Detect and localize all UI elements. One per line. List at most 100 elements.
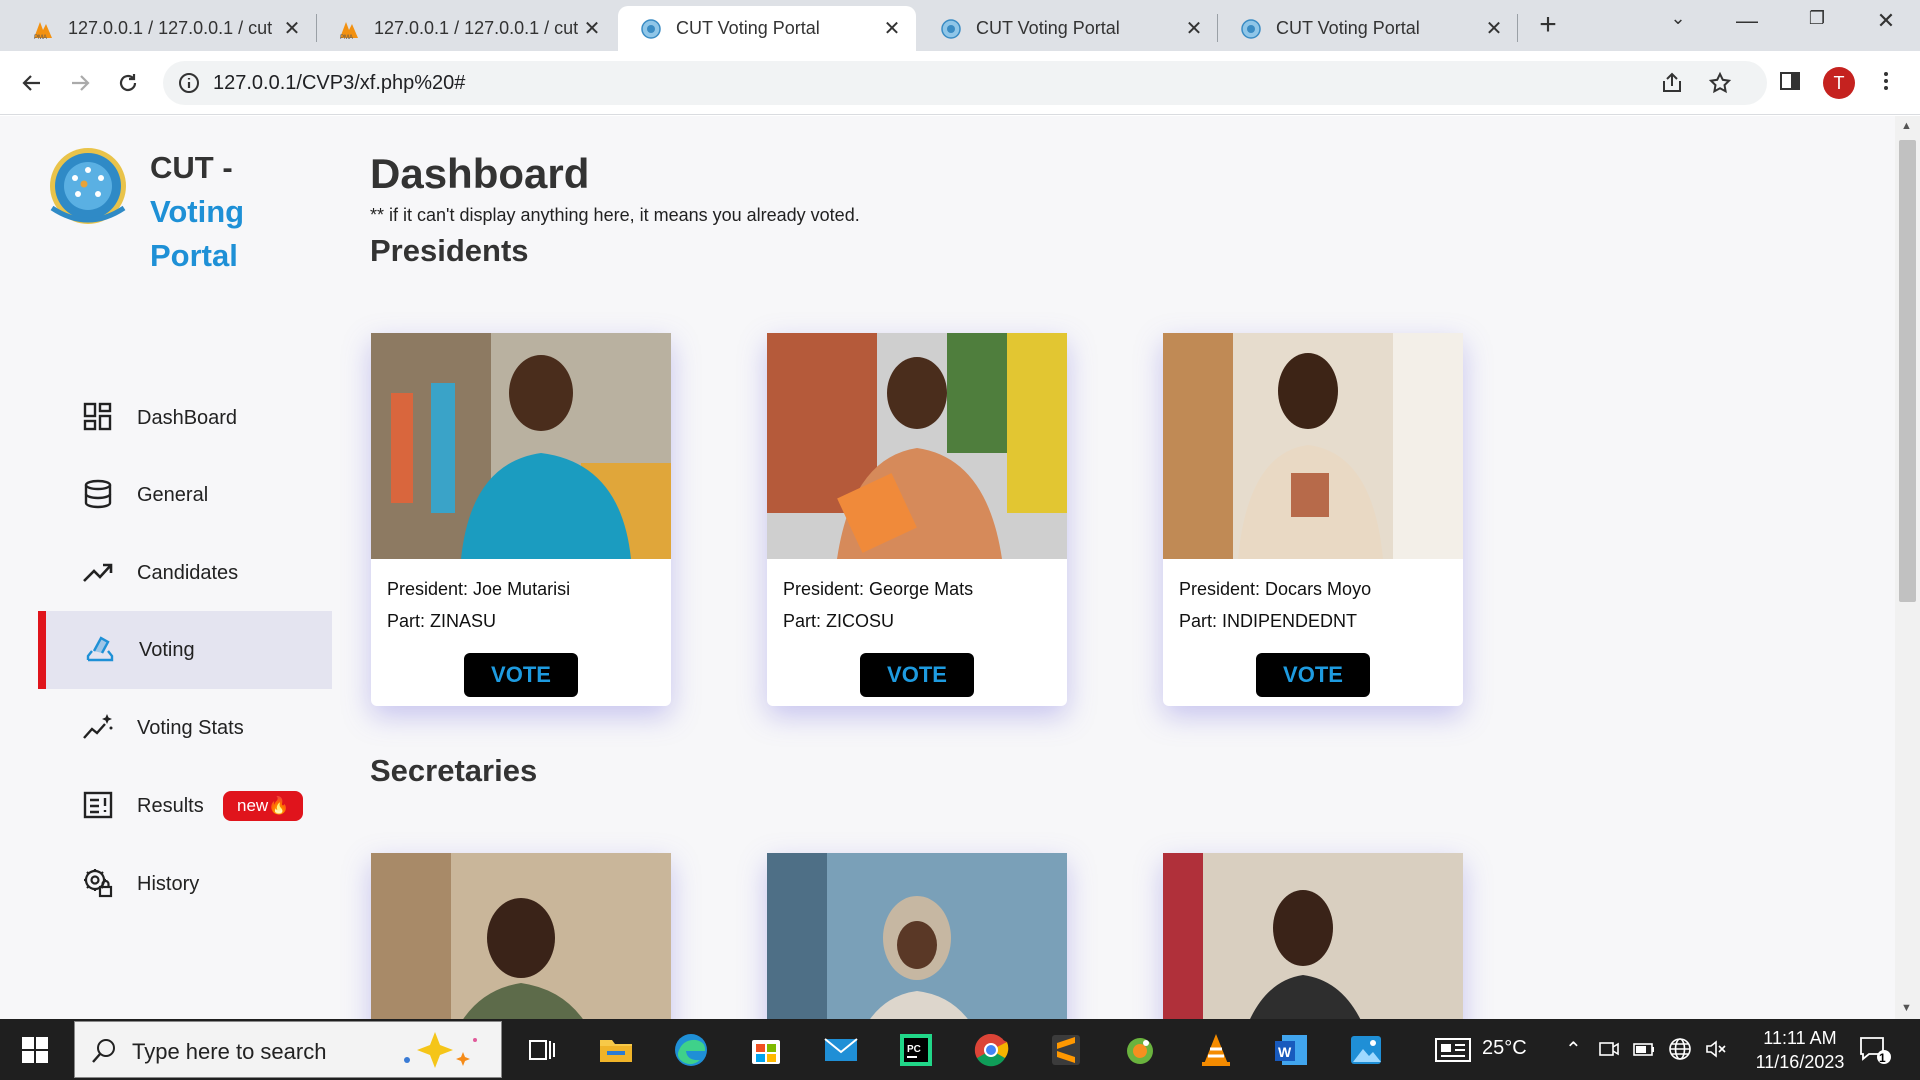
section-title-secretaries: Secretaries	[370, 753, 538, 788]
arrow-left-icon	[22, 75, 40, 91]
minimize-button[interactable]: —	[1727, 8, 1767, 42]
results-icon	[83, 791, 113, 819]
svg-text:PC: PC	[907, 1044, 921, 1055]
reload-button[interactable]	[110, 65, 146, 101]
news-widget-icon[interactable]	[1434, 1037, 1472, 1063]
globe-icon	[941, 18, 961, 39]
tab-search-icon[interactable]: ⌄	[1658, 8, 1698, 42]
edge-icon[interactable]	[672, 1031, 710, 1069]
meet-now-icon[interactable]	[1598, 1038, 1620, 1060]
sublime-text-icon[interactable]	[1047, 1031, 1085, 1069]
clock-time: 11:11 AM	[1763, 1028, 1837, 1048]
network-globe-icon[interactable]	[1668, 1037, 1692, 1061]
photos-icon[interactable]	[1347, 1031, 1385, 1069]
chameleon-app-icon[interactable]	[1122, 1031, 1160, 1069]
address-bar[interactable]: 127.0.0.1/CVP3/xf.php%20#	[163, 61, 1767, 105]
profile-avatar[interactable]: T	[1823, 67, 1855, 99]
browser-tab[interactable]: CUT Voting Portal ✕	[1218, 6, 1518, 51]
browser-tab[interactable]: PMA 127.0.0.1 / 127.0.0.1 / cut ✕	[316, 6, 616, 51]
globe-icon	[641, 18, 661, 39]
new-badge: new🔥	[223, 791, 304, 821]
url-text[interactable]: 127.0.0.1/CVP3/xf.php%20#	[213, 72, 465, 95]
restore-button[interactable]: ❐	[1797, 8, 1837, 42]
chrome-icon[interactable]	[972, 1031, 1010, 1069]
browser-tab-active[interactable]: CUT Voting Portal ✕	[618, 6, 916, 51]
candidate-photo	[1163, 853, 1463, 1019]
vote-button[interactable]: VOTE	[464, 653, 578, 697]
browser-tab-title: 127.0.0.1 / 127.0.0.1 / cut	[68, 18, 273, 38]
vote-button[interactable]: VOTE	[1256, 653, 1370, 697]
sidebar-item-voting-stats[interactable]: Voting Stats	[38, 689, 332, 767]
candidate-photo	[767, 333, 1067, 559]
candidate-card	[371, 853, 671, 1019]
close-tab-icon[interactable]: ✕	[882, 16, 902, 41]
share-icon[interactable]	[1660, 71, 1684, 95]
sidebar-item-results[interactable]: Results new🔥	[38, 767, 332, 845]
taskbar-clock[interactable]: 11:11 AM 11/16/2023	[1740, 1026, 1860, 1074]
microsoft-store-icon[interactable]	[747, 1031, 785, 1069]
start-button[interactable]	[0, 1019, 70, 1080]
sidebar-item-dashboard[interactable]: DashBoard	[38, 379, 332, 457]
scroll-up-arrow[interactable]: ▲	[1901, 120, 1912, 132]
task-view-icon[interactable]	[522, 1031, 560, 1069]
word-icon[interactable]: W	[1272, 1031, 1310, 1069]
candidate-card: President: Docars Moyo Part: INDIPENDEDN…	[1163, 333, 1463, 706]
page-scrollbar[interactable]: ▲ ▼	[1895, 116, 1920, 1019]
bookmark-star-icon[interactable]	[1708, 71, 1732, 95]
notification-icon[interactable]	[1858, 1035, 1892, 1065]
show-hidden-icons-icon[interactable]: ⌃	[1565, 1037, 1582, 1062]
portal-brand: CUT - Voting Portal	[150, 146, 244, 278]
weather-text[interactable]: 25°C	[1482, 1037, 1527, 1060]
volume-muted-icon[interactable]	[1704, 1037, 1728, 1061]
browser-tab[interactable]: PMA 127.0.0.1 / 127.0.0.1 / cut ✕	[10, 6, 316, 51]
sidebar-item-general[interactable]: General	[38, 456, 332, 534]
browser-menu-button[interactable]	[1868, 63, 1904, 99]
back-button[interactable]	[14, 65, 50, 101]
scrollbar-thumb[interactable]	[1899, 140, 1916, 602]
candidate-card: President: Joe Mutarisi Part: ZINASU VOT…	[371, 333, 671, 706]
sidebar-item-candidates[interactable]: Candidates	[38, 534, 332, 612]
browser-toolbar: 127.0.0.1/CVP3/xf.php%20# T	[0, 51, 1920, 115]
page-title: Dashboard	[370, 150, 590, 197]
reload-icon	[119, 74, 137, 92]
close-tab-icon[interactable]: ✕	[282, 16, 302, 41]
clock-date: 11/16/2023	[1755, 1052, 1845, 1072]
vote-button[interactable]: VOTE	[860, 653, 974, 697]
windows-logo-icon	[22, 1036, 48, 1063]
tab-separator	[1517, 14, 1518, 42]
brand-line2: Voting	[150, 194, 245, 229]
taskbar-search[interactable]: Type here to search	[74, 1021, 502, 1078]
sidebar-item-voting[interactable]: Voting	[38, 611, 332, 689]
candidate-info: President: George Mats Part: ZICOSU	[767, 573, 1067, 637]
browser-tab[interactable]: CUT Voting Portal ✕	[918, 6, 1218, 51]
brand-line1: CUT -	[150, 150, 233, 185]
close-tab-icon[interactable]: ✕	[582, 16, 602, 41]
candidate-photo	[1163, 333, 1463, 559]
sidebar-item-label: Voting	[139, 638, 195, 661]
browser-tab-title: CUT Voting Portal	[1276, 18, 1420, 38]
pycharm-icon[interactable]: PC	[897, 1031, 935, 1069]
side-panel-button[interactable]	[1772, 63, 1808, 99]
sidebar-item-label: Results	[137, 794, 204, 817]
file-explorer-icon[interactable]	[597, 1031, 635, 1069]
forward-button[interactable]	[62, 65, 98, 101]
candidate-info: President: Joe Mutarisi Part: ZINASU	[371, 573, 671, 637]
close-tab-icon[interactable]: ✕	[1184, 16, 1204, 41]
svg-text:W: W	[1278, 1044, 1292, 1060]
active-indicator	[38, 611, 46, 689]
new-tab-button[interactable]: +	[1532, 10, 1564, 42]
search-icon	[92, 1039, 115, 1063]
svg-text:PMA: PMA	[340, 35, 353, 40]
close-tab-icon[interactable]: ✕	[1484, 16, 1504, 41]
sidebar-item-label: History	[137, 872, 200, 895]
sidebar-item-history[interactable]: History	[38, 845, 332, 923]
cut-logo	[50, 148, 126, 224]
search-placeholder: Type here to search	[132, 1039, 327, 1064]
candidate-photo	[371, 333, 671, 559]
vlc-icon[interactable]	[1197, 1031, 1235, 1069]
scroll-down-arrow[interactable]: ▼	[1901, 1002, 1912, 1014]
info-icon[interactable]	[177, 71, 201, 95]
battery-icon[interactable]	[1632, 1038, 1656, 1060]
mail-icon[interactable]	[822, 1031, 860, 1069]
close-window-button[interactable]: ✕	[1866, 8, 1906, 42]
